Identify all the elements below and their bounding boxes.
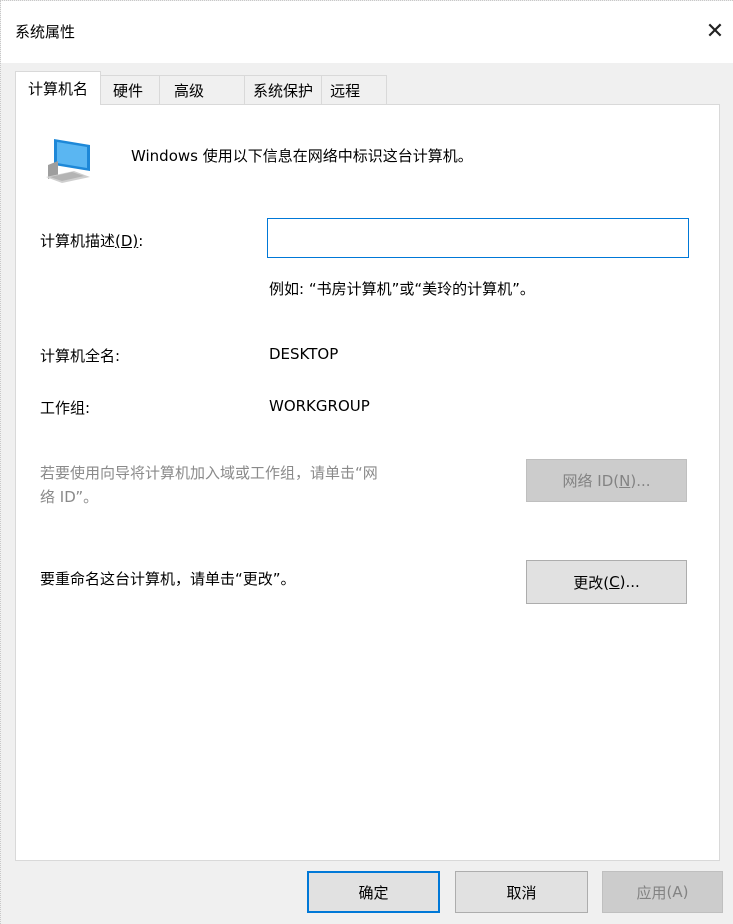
apply-button[interactable]: 应用 (A) xyxy=(602,871,723,913)
full-name-value: DESKTOP xyxy=(269,345,339,363)
ok-button[interactable]: 确定 xyxy=(307,871,440,913)
description-suffix: : xyxy=(138,232,144,250)
tab-remote[interactable]: 远程 xyxy=(321,75,388,105)
cancel-button[interactable]: 取消 xyxy=(455,871,588,913)
network-id-button[interactable]: 网络 ID(N)... xyxy=(526,459,687,502)
intro-text: Windows 使用以下信息在网络中标识这台计算机。 xyxy=(131,147,473,165)
apply-accel: (A) xyxy=(666,883,689,901)
tab-advanced[interactable]: 高级 xyxy=(159,75,246,105)
tab-computer-name[interactable]: 计算机名 xyxy=(15,71,102,105)
tab-hardware[interactable]: 硬件 xyxy=(100,75,161,105)
description-label: 计算机描述(D): xyxy=(40,230,143,251)
system-properties-dialog: 系统属性 ✕ 计算机名 硬件 高级 系统保护 远程 Windows 使用以下信息… xyxy=(0,0,733,924)
change-accel: C xyxy=(609,573,620,591)
computer-icon xyxy=(46,139,90,183)
change-button-label: 更改( xyxy=(573,573,610,592)
computer-name-panel: Windows 使用以下信息在网络中标识这台计算机。 计算机描述(D): 例如:… xyxy=(15,104,720,861)
full-name-label: 计算机全名: xyxy=(40,347,121,365)
workgroup-value: WORKGROUP xyxy=(269,397,370,415)
close-button[interactable]: ✕ xyxy=(696,13,733,49)
title-bar: 系统属性 ✕ xyxy=(1,1,733,63)
domain-hint-line2: 络 ID”。 xyxy=(40,488,99,506)
tab-strip: 计算机名 硬件 高级 系统保护 远程 xyxy=(15,71,388,105)
change-button[interactable]: 更改(C)... xyxy=(526,560,687,604)
change-suffix: )... xyxy=(619,573,640,591)
cancel-button-label: 取消 xyxy=(506,883,537,902)
description-label-text: 计算机描述 xyxy=(40,232,116,250)
network-id-accel: N xyxy=(619,471,631,490)
apply-button-label: 应用 xyxy=(636,883,667,902)
close-icon: ✕ xyxy=(705,18,725,44)
window-title: 系统属性 xyxy=(15,23,76,41)
domain-hint: 若要使用向导将计算机加入域或工作组，请单击“网 络 ID”。 xyxy=(40,461,378,509)
workgroup-label: 工作组: xyxy=(40,399,91,417)
description-example: 例如: “书房计算机”或“美玲的计算机”。 xyxy=(269,280,535,298)
network-id-button-label: 网络 ID( xyxy=(562,472,620,490)
ok-button-label: 确定 xyxy=(358,883,389,902)
tab-system-protection[interactable]: 系统保护 xyxy=(244,75,323,105)
network-id-suffix: )... xyxy=(630,471,651,490)
description-accel: (D) xyxy=(115,232,139,250)
domain-hint-line1: 若要使用向导将计算机加入域或工作组，请单击“网 xyxy=(40,464,378,482)
rename-hint: 要重命名这台计算机，请单击“更改”。 xyxy=(40,570,296,588)
computer-description-input[interactable] xyxy=(267,218,689,258)
